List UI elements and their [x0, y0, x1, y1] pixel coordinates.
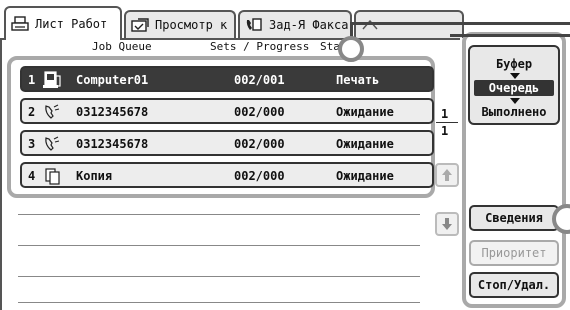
scan-icon: [131, 18, 149, 32]
mode-spool[interactable]: Буфер: [470, 57, 558, 71]
arrow-down-icon: [442, 218, 452, 230]
callout-line: [350, 22, 570, 25]
callout-line: [450, 34, 570, 37]
print-icon: [11, 16, 29, 31]
computer-icon: [43, 71, 61, 88]
job-status: Ожидание: [336, 169, 394, 183]
job-name: 0312345678: [76, 105, 149, 119]
column-header-sets-progress: Sets / Progress: [210, 40, 310, 52]
job-number: 1: [28, 73, 36, 87]
fax-phone-icon: [45, 136, 60, 151]
callout-marker: [338, 36, 364, 62]
job-row[interactable]: 4 Копия 002/000 Ожидание: [20, 162, 434, 188]
fax-icon: [246, 18, 262, 31]
fax-phone-icon: [45, 104, 60, 119]
page-divider: [436, 122, 458, 123]
page-current: 1: [441, 107, 449, 121]
tab-scan-preview[interactable]: Просмотр к: [124, 10, 236, 38]
tab-label: Лист Работ: [35, 17, 108, 31]
mode-selector[interactable]: Буфер Очередь Выполнено: [468, 45, 560, 125]
job-name: 0312345678: [76, 137, 149, 151]
empty-row-line: [18, 302, 420, 303]
page-total: 1: [441, 124, 449, 138]
scroll-down-button[interactable]: [435, 212, 459, 236]
job-sets: 002/000: [234, 137, 285, 151]
details-button[interactable]: Сведения: [469, 205, 559, 231]
job-list-frame: 1 Computer01 002/001 Печать 2 0312345678…: [7, 56, 435, 198]
job-status: Ожидание: [336, 105, 394, 119]
mode-complete[interactable]: Выполнено: [470, 105, 558, 119]
arrow-down-icon: [510, 98, 520, 104]
tab-bar: Лист Работ Просмотр к Зад-Я Факса: [0, 0, 470, 40]
job-status: Печать: [336, 73, 380, 87]
job-row[interactable]: 1 Computer01 002/001 Печать: [20, 66, 434, 92]
empty-row-line: [18, 214, 420, 215]
copy-icon: [45, 168, 60, 185]
job-sets: 002/000: [234, 169, 285, 183]
tab-label: Просмотр к: [155, 18, 228, 32]
stop-delete-button[interactable]: Стоп/Удал.: [469, 272, 559, 298]
job-name: Computer01: [76, 73, 149, 87]
empty-row-line: [18, 245, 420, 246]
tab-job-status[interactable]: Лист Работ: [4, 6, 122, 40]
mode-queue[interactable]: Очередь: [474, 80, 554, 96]
job-row[interactable]: 3 0312345678 002/000 Ожидание: [20, 130, 434, 156]
job-number: 3: [28, 137, 36, 151]
job-name: Копия: [76, 169, 113, 183]
arrow-up-icon: [442, 169, 452, 181]
tab-fax-jobs[interactable]: Зад-Я Факса: [238, 10, 352, 38]
job-number: 2: [28, 105, 36, 119]
job-status: Ожидание: [336, 137, 394, 151]
job-sets: 002/000: [234, 105, 285, 119]
tab-icon: [362, 19, 378, 30]
job-number: 4: [28, 169, 36, 183]
priority-button[interactable]: Приоритет: [469, 240, 559, 266]
arrow-down-icon: [510, 73, 520, 79]
scroll-up-button[interactable]: [435, 163, 459, 187]
column-header-job-queue: Job Queue: [92, 40, 152, 52]
tab-label: Зад-Я Факса: [269, 18, 349, 32]
job-sets: 002/001: [234, 73, 285, 87]
empty-row-line: [18, 276, 420, 277]
job-row[interactable]: 2 0312345678 002/000 Ожидание: [20, 98, 434, 124]
